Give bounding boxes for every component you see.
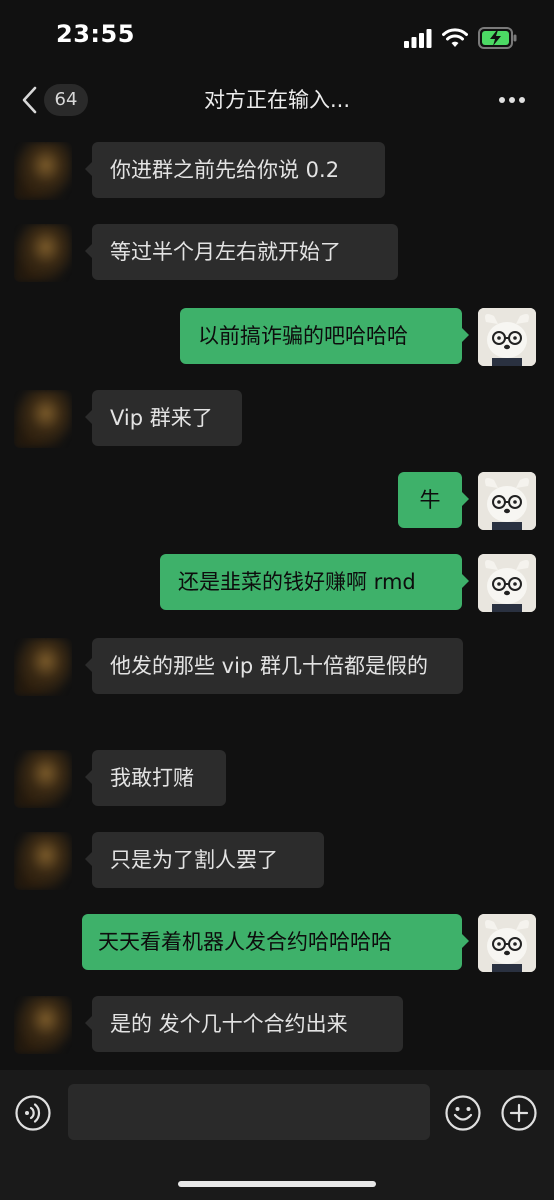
signal-icon <box>404 29 432 48</box>
more-horizontal-icon[interactable] <box>496 84 528 116</box>
dog-avatar-icon <box>478 914 536 972</box>
emoji-icon[interactable] <box>444 1094 482 1132</box>
message-row: 你进群之前先给你说 0.2 <box>0 140 554 202</box>
incoming-message-bubble[interactable]: 只是为了割人罢了 <box>85 832 324 888</box>
dog-avatar-icon <box>478 308 536 366</box>
message-row: 我敢打赌 <box>0 748 554 810</box>
outgoing-message-bubble[interactable]: 牛 <box>398 472 469 528</box>
more-button[interactable] <box>496 84 528 116</box>
message-row: 以前搞诈骗的吧哈哈哈 <box>0 306 554 368</box>
battery-charging-icon <box>478 27 517 49</box>
contact-avatar[interactable] <box>14 638 72 696</box>
status-bar: 23:55 <box>0 0 554 72</box>
voice-icon[interactable] <box>14 1094 52 1132</box>
message-list[interactable]: 你进群之前先给你说 0.2 等过半个月左右就开始了 以前搞诈骗的吧哈哈哈 Vip… <box>0 128 554 1070</box>
message-input[interactable] <box>68 1084 430 1140</box>
back-button[interactable]: 64 <box>18 80 88 120</box>
status-time: 23:55 <box>56 20 135 48</box>
message-row: 等过半个月左右就开始了 <box>0 222 554 284</box>
wifi-icon <box>442 28 468 47</box>
voice-button[interactable] <box>14 1094 52 1132</box>
my-avatar[interactable] <box>478 914 536 972</box>
outgoing-message-bubble[interactable]: 以前搞诈骗的吧哈哈哈 <box>180 308 469 364</box>
incoming-message-bubble[interactable]: 他发的那些 vip 群几十倍都是假的 <box>85 638 463 694</box>
outgoing-message-bubble[interactable]: 还是韭菜的钱好赚啊 rmd <box>160 554 469 610</box>
contact-avatar[interactable] <box>14 832 72 890</box>
dog-avatar-icon <box>478 554 536 612</box>
incoming-message-bubble[interactable]: 是的 发个几十个合约出来 <box>85 996 403 1052</box>
message-row: 天天看着机器人发合约哈哈哈哈 <box>0 912 554 974</box>
incoming-message-bubble[interactable]: Vip 群来了 <box>85 390 242 446</box>
message-row: 是的 发个几十个合约出来 <box>0 994 554 1056</box>
more-actions-button[interactable] <box>500 1094 538 1132</box>
my-avatar[interactable] <box>478 308 536 366</box>
dog-avatar-icon <box>478 472 536 530</box>
incoming-message-bubble[interactable]: 等过半个月左右就开始了 <box>85 224 398 280</box>
message-row: 只是为了割人罢了 <box>0 830 554 892</box>
emoji-button[interactable] <box>444 1094 482 1132</box>
incoming-message-bubble[interactable]: 你进群之前先给你说 0.2 <box>85 142 385 198</box>
chat-title: 对方正在输入... <box>203 88 351 112</box>
incoming-message-bubble[interactable]: 我敢打赌 <box>85 750 226 806</box>
home-indicator[interactable] <box>178 1181 376 1187</box>
message-row: 他发的那些 vip 群几十倍都是假的 <box>0 636 554 728</box>
unread-count-badge[interactable]: 64 <box>44 84 88 116</box>
contact-avatar[interactable] <box>14 996 72 1054</box>
my-avatar[interactable] <box>478 472 536 530</box>
contact-avatar[interactable] <box>14 390 72 448</box>
status-icons <box>404 24 518 52</box>
contact-avatar[interactable] <box>14 224 72 282</box>
input-bar <box>0 1070 554 1200</box>
chat-header: 64 对方正在输入... <box>0 72 554 128</box>
message-row: Vip 群来了 <box>0 388 554 450</box>
chevron-left-icon[interactable] <box>18 84 40 116</box>
message-row: 还是韭菜的钱好赚啊 rmd <box>0 552 554 614</box>
my-avatar[interactable] <box>478 554 536 612</box>
outgoing-message-bubble[interactable]: 天天看着机器人发合约哈哈哈哈 <box>82 914 469 970</box>
message-row: 牛 <box>0 470 554 532</box>
contact-avatar[interactable] <box>14 142 72 200</box>
contact-avatar[interactable] <box>14 750 72 808</box>
plus-icon[interactable] <box>500 1094 538 1132</box>
